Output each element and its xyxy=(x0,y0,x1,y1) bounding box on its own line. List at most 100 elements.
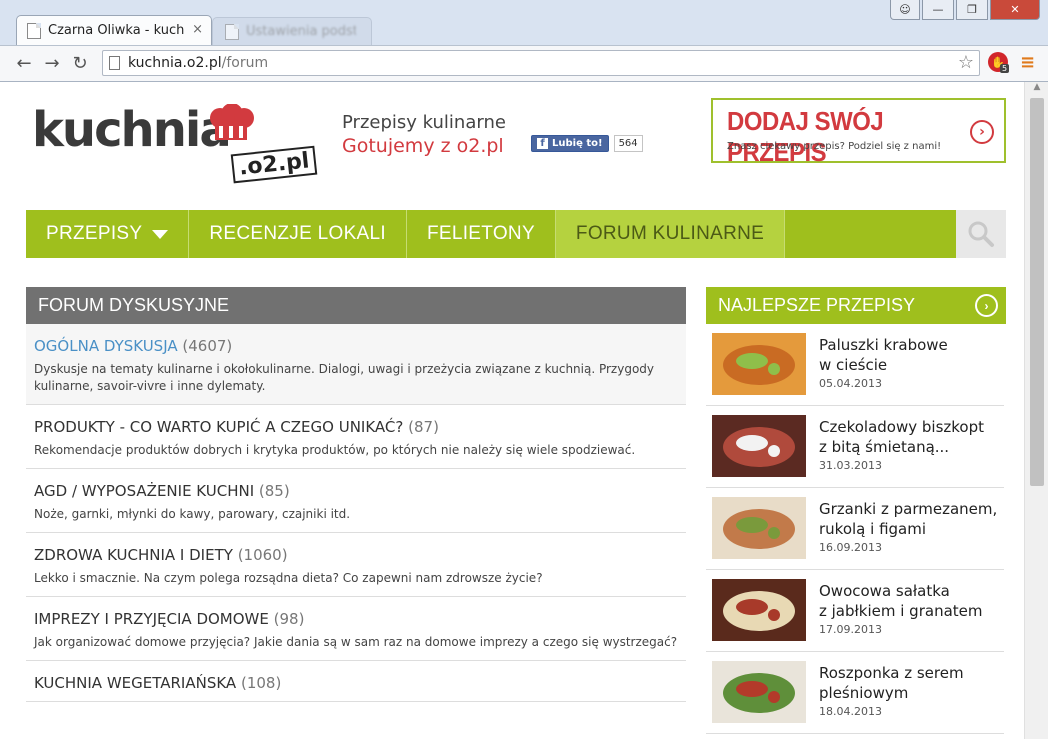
nav-item-label: PRZEPISY xyxy=(46,223,143,244)
browser-tab-active[interactable]: Czarna Oliwka - kuch × xyxy=(16,15,212,45)
best-recipes-header[interactable]: NAJLEPSZE PRZEPISY › xyxy=(706,287,1006,324)
page-icon xyxy=(109,56,120,70)
nav-item-forum-kulinarne[interactable]: FORUM KULINARNE xyxy=(555,210,786,258)
forward-icon[interactable]: → xyxy=(38,53,66,74)
recipe-title[interactable]: Czekoladowy biszkopt z bitą śmietaną... xyxy=(819,417,984,457)
recipe-title[interactable]: Owocowa sałatka z jabłkiem i granatem xyxy=(819,581,982,621)
page-favicon-icon xyxy=(27,22,41,39)
url-path: /forum xyxy=(221,55,269,71)
tab-title: Czarna Oliwka - kuch xyxy=(48,23,185,38)
tagline: Przepisy kulinarne Gotujemy z o2.pl xyxy=(342,112,506,157)
arrow-right-circle-icon[interactable]: › xyxy=(975,294,998,317)
forum-category[interactable]: IMPREZY I PRZYJĘCIA DOMOWE (98) Jak orga… xyxy=(26,597,686,661)
forum-category-title[interactable]: PRODUKTY - CO WARTO KUPIĆ A CZEGO UNIKAĆ… xyxy=(34,418,678,436)
arrow-right-circle-icon[interactable]: › xyxy=(970,120,994,144)
recipe-title[interactable]: Roszponka z serem pleśniowym xyxy=(819,663,964,703)
forum-category-description: Rekomendacje produktów dobrych i krytyka… xyxy=(34,443,636,457)
url-host: kuchnia.o2.pl xyxy=(128,55,222,71)
search-icon xyxy=(968,221,994,247)
forum-category-name[interactable]: IMPREZY I PRZYJĘCIA DOMOWE xyxy=(34,610,269,628)
scrollbar-thumb[interactable] xyxy=(1030,98,1044,486)
recipe-item[interactable]: Czekoladowy biszkopt z bitą śmietaną... 3… xyxy=(706,406,1004,488)
site-logo[interactable]: kuchnia .o2.pl xyxy=(32,102,318,184)
best-recipes-title: NAJLEPSZE PRZEPISY xyxy=(718,295,916,315)
page-scrollbar[interactable]: ▲ xyxy=(1024,82,1048,739)
forum-category-count: (1060) xyxy=(237,546,288,564)
recipe-thumbnail[interactable] xyxy=(712,497,806,559)
recipe-thumbnail[interactable] xyxy=(712,661,806,723)
forum-category-title[interactable]: IMPREZY I PRZYJĘCIA DOMOWE (98) xyxy=(34,610,678,628)
facebook-icon: f xyxy=(537,138,548,149)
chef-hat-icon xyxy=(210,104,254,140)
recipe-date: 05.04.2013 xyxy=(819,377,882,390)
nav-item-label: FORUM KULINARNE xyxy=(575,223,765,244)
forum-category-count: (85) xyxy=(258,482,290,500)
recipe-info: Roszponka z serem pleśniowym 18.04.2013 xyxy=(819,661,964,724)
forum-category[interactable]: ZDROWA KUCHNIA I DIETY (1060) Lekko i sm… xyxy=(26,533,686,597)
forum-category-name[interactable]: OGÓLNA DYSKUSJA xyxy=(34,337,178,355)
close-window-button[interactable]: ✕ xyxy=(990,0,1040,20)
back-icon[interactable]: ← xyxy=(10,53,38,74)
address-bar[interactable]: kuchnia.o2.pl /forum ☆ xyxy=(102,50,980,76)
nav-item-label: RECENZJE LOKALI xyxy=(209,223,386,244)
forum-category-description: Jak organizować domowe przyjęcia? Jakie … xyxy=(34,635,678,649)
webpage: kuchnia .o2.pl Przepisy kulinarne Gotuje… xyxy=(0,82,1024,739)
tab-close-icon[interactable]: × xyxy=(192,22,203,37)
forum-category-count: (108) xyxy=(240,674,282,692)
recipe-info: Owocowa sałatka z jabłkiem i granatem 17.… xyxy=(819,579,982,642)
recipe-item[interactable]: Paluszki krabowe w cieście 05.04.2013 xyxy=(706,324,1004,406)
recipe-thumbnail[interactable] xyxy=(712,333,806,395)
nav-item-felietony[interactable]: FELIETONY xyxy=(407,210,556,258)
recipe-date: 31.03.2013 xyxy=(819,459,882,472)
forum-category[interactable]: OGÓLNA DYSKUSJA (4607) Dyskusje na temat… xyxy=(26,324,686,405)
nav-item-przepisy[interactable]: PRZEPISY xyxy=(26,210,190,258)
add-recipe-title: DODAJ SWÓJ PRZEPIS xyxy=(727,106,884,167)
facebook-like-count: 564 xyxy=(613,135,643,152)
browser-menu-icon[interactable]: ≡ xyxy=(1020,52,1035,73)
browser-tab-inactive[interactable]: Ustawienia podstawowe xyxy=(212,17,372,45)
forum-section: FORUM DYSKUSYJNE OGÓLNA DYSKUSJA (4607) … xyxy=(26,287,686,702)
forum-category-count: (4607) xyxy=(182,337,233,355)
forum-category-description: Lekko i smacznie. Na czym polega rozsądn… xyxy=(34,571,543,585)
forum-category-name[interactable]: PRODUKTY - CO WARTO KUPIĆ A CZEGO UNIKAĆ… xyxy=(34,418,403,436)
add-recipe-subtitle: Znasz ciekawy przepis? Podziel się z nam… xyxy=(727,141,942,152)
restore-button[interactable]: ❐ xyxy=(956,0,988,20)
forum-category[interactable]: AGD / WYPOSAŻENIE KUCHNI (85) Noże, garn… xyxy=(26,469,686,533)
search-button[interactable] xyxy=(956,210,1006,258)
recipe-item[interactable]: Roszponka z serem pleśniowym 18.04.2013 xyxy=(706,652,1004,734)
main-navigation: PRZEPISY RECENZJE LOKALI FELIETONY FORUM… xyxy=(26,210,1006,258)
recipe-thumbnail[interactable] xyxy=(712,579,806,641)
recipe-info: Paluszki krabowe w cieście 05.04.2013 xyxy=(819,333,948,396)
scroll-up-arrow-icon[interactable]: ▲ xyxy=(1025,82,1048,96)
bookmark-star-icon[interactable]: ☆ xyxy=(958,52,974,73)
recipe-title[interactable]: Paluszki krabowe w cieście xyxy=(819,335,948,375)
forum-category-name[interactable]: AGD / WYPOSAŻENIE KUCHNI xyxy=(34,482,254,500)
facebook-like-button[interactable]: f Lubię to! xyxy=(531,135,609,152)
logo-text: kuchnia xyxy=(32,102,232,158)
recipe-item[interactable]: Grzanki z parmezanem, rukolą i figami 16.… xyxy=(706,488,1004,570)
facebook-like-widget: f Lubię to! 564 xyxy=(531,135,643,152)
user-icon[interactable]: ☺ xyxy=(890,0,920,20)
tagline-line-2: Gotujemy z o2.pl xyxy=(342,135,504,157)
minimize-button[interactable]: — xyxy=(922,0,954,20)
forum-section-title: FORUM DYSKUSYJNE xyxy=(26,287,686,324)
forum-category-name[interactable]: KUCHNIA WEGETARIAŃSKA xyxy=(34,674,236,692)
recipe-thumbnail[interactable] xyxy=(712,415,806,477)
forum-category[interactable]: KUCHNIA WEGETARIAŃSKA (108) xyxy=(26,661,686,702)
recipe-title[interactable]: Grzanki z parmezanem, rukolą i figami xyxy=(819,499,997,539)
forum-category-description: Noże, garnki, młynki do kawy, parowary, … xyxy=(34,507,351,521)
recipe-item[interactable]: Owocowa sałatka z jabłkiem i granatem 17.… xyxy=(706,570,1004,652)
extension-badge: 5 xyxy=(1000,64,1010,73)
forum-category-title[interactable]: KUCHNIA WEGETARIAŃSKA (108) xyxy=(34,674,678,692)
forum-category-title[interactable]: ZDROWA KUCHNIA I DIETY (1060) xyxy=(34,546,678,564)
add-recipe-banner[interactable]: DODAJ SWÓJ PRZEPIS Znasz ciekawy przepis… xyxy=(711,98,1006,167)
forum-category-title[interactable]: OGÓLNA DYSKUSJA (4607) xyxy=(34,337,678,355)
recipe-list: Paluszki krabowe w cieście 05.04.2013 Czek… xyxy=(706,324,1006,734)
forum-category[interactable]: PRODUKTY - CO WARTO KUPIĆ A CZEGO UNIKAĆ… xyxy=(26,405,686,469)
forum-category-title[interactable]: AGD / WYPOSAŻENIE KUCHNI (85) xyxy=(34,482,678,500)
nav-item-recenzje-lokali[interactable]: RECENZJE LOKALI xyxy=(189,210,407,258)
recipe-info: Czekoladowy biszkopt z bitą śmietaną... 3… xyxy=(819,415,984,478)
forum-category-name[interactable]: ZDROWA KUCHNIA I DIETY xyxy=(34,546,233,564)
forum-category-description: Dyskusje na tematy kulinarne i okołokuli… xyxy=(34,362,655,393)
reload-icon[interactable]: ↻ xyxy=(66,53,94,74)
